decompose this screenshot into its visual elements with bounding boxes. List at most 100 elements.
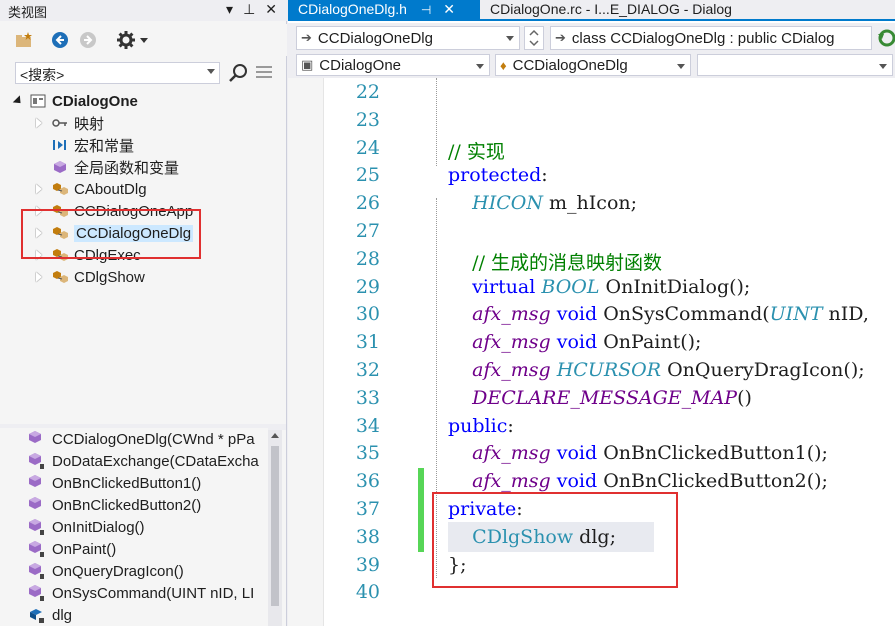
code-line[interactable]: afx_msg void OnPaint(); [448, 331, 701, 353]
code-token: void [556, 303, 598, 326]
code-token: afx_msg [472, 442, 551, 465]
new-folder-button[interactable] [12, 28, 36, 52]
member-item[interactable]: OnQueryDragIcon() [28, 560, 184, 582]
expand-icon[interactable] [34, 272, 44, 282]
code-token: HICON [472, 192, 543, 215]
code-token: virtual [472, 275, 536, 298]
search-dropdown-icon[interactable] [207, 69, 215, 74]
forward-button[interactable] [76, 28, 100, 52]
code-line[interactable]: protected: [448, 164, 548, 186]
tree-item-label: CDialogOne [52, 92, 138, 110]
member-item[interactable]: DoDataExchange(CDataExcha [28, 450, 259, 472]
project-combo[interactable]: ▣ CDialogOne [296, 54, 490, 76]
close-tab-icon[interactable]: ✕ [443, 1, 455, 17]
class-combo[interactable]: ♦ CCDialogOneDlg [495, 54, 691, 76]
member-label: dlg [52, 606, 73, 624]
sync-button[interactable] [876, 28, 895, 48]
tab-resource-file[interactable]: CDialogOne.rc - I...E_DIALOG - Dialog [480, 0, 742, 21]
code-line[interactable]: // 生成的消息映射函数 [448, 248, 662, 275]
chevron-down-icon [879, 64, 887, 69]
scope-combo[interactable]: ➔ CCDialogOneDlg [296, 26, 520, 50]
code-line[interactable]: afx_msg void OnBnClickedButton2(); [448, 470, 828, 492]
code-line[interactable]: // 实现 [448, 137, 505, 164]
member-item[interactable]: CCDialogOneDlg(CWnd * pPa [28, 428, 255, 450]
code-line[interactable]: private: [448, 498, 523, 520]
tree-item-cdlgshow[interactable]: CDlgShow [34, 266, 145, 288]
fold-guide [436, 78, 437, 166]
pin-tab-icon[interactable]: ⊣ [421, 3, 431, 17]
member-item[interactable]: OnPaint() [28, 538, 116, 560]
tree-item-cdialogone[interactable]: CDialogOne [12, 90, 138, 112]
code-token: OnBnClickedButton1(); [597, 442, 828, 465]
line-number: 29 [355, 275, 380, 298]
code-line[interactable]: CDlgShow dlg; [448, 526, 616, 548]
code-line[interactable]: afx_msg void OnBnClickedButton1(); [448, 442, 828, 464]
navigation-bar-2: ▣ CDialogOne ♦ CCDialogOneDlg [288, 53, 895, 78]
class-view-toolbar [0, 24, 287, 56]
close-panel-button[interactable]: ✕ [265, 1, 277, 18]
code-line[interactable]: DECLARE_MESSAGE_MAP() [448, 387, 752, 409]
code-token: () [737, 386, 752, 409]
field-private-icon [28, 607, 44, 623]
arrow-right-icon: ➔ [301, 30, 312, 45]
collapse-icon[interactable] [12, 96, 22, 106]
code-token: OnPaint(); [597, 331, 702, 354]
code-line[interactable]: virtual BOOL OnInitDialog(); [448, 276, 750, 298]
panel-dropdown-button[interactable]: ▾ [226, 1, 233, 18]
tree-item-caboutdlg[interactable]: CAboutDlg [34, 178, 147, 200]
code-line[interactable]: public: [448, 415, 514, 437]
macro-icon [52, 137, 68, 153]
expand-icon[interactable] [34, 184, 44, 194]
code-line[interactable]: afx_msg HCURSOR OnQueryDragIcon(); [448, 359, 865, 381]
search-input[interactable]: <搜索> [15, 62, 220, 84]
tree-item-全局函数和变量[interactable]: 全局函数和变量 [34, 156, 179, 178]
code-line[interactable]: HICON m_hIcon; [448, 192, 637, 214]
tree-item-宏和常量[interactable]: 宏和常量 [34, 134, 134, 156]
settings-button[interactable] [112, 28, 152, 52]
editor-gutter [288, 78, 324, 626]
tab-header-file[interactable]: CDialogOneDlg.h ⊣ ✕ [288, 0, 480, 21]
expand-icon[interactable] [34, 206, 44, 216]
function-combo[interactable] [697, 54, 893, 76]
scrollbar-thumb[interactable] [271, 446, 279, 606]
member-list-scrollbar[interactable] [268, 430, 282, 626]
member-label: OnSysCommand(UINT nID, LI [52, 584, 255, 602]
member-item[interactable]: OnBnClickedButton1() [28, 472, 201, 494]
code-token: OnQueryDragIcon(); [661, 359, 865, 381]
tree-item-ccdialogoneapp[interactable]: CCDialogOneApp [34, 200, 193, 222]
code-token: private [448, 498, 517, 520]
member-item[interactable]: dlg [28, 604, 72, 626]
member-label: OnBnClickedButton2() [52, 496, 202, 514]
project-icon: ▣ [301, 57, 314, 72]
member-combo[interactable]: ➔ class CCDialogOneDlg : public CDialog [550, 26, 872, 50]
code-editor[interactable]: 22 23 24 // 实现 25 protected: 26 HICON m_hIcon;… [288, 78, 895, 626]
chevron-down-icon [506, 36, 514, 41]
scroll-up-icon[interactable] [271, 433, 279, 438]
tree-item-label: 映射 [74, 115, 105, 133]
member-list-button[interactable] [255, 64, 273, 82]
code-line[interactable]: }; [448, 554, 467, 576]
class-view-panel: 类视图 ▾ ⊥ ✕ <搜索> CDialogOne 映射 宏和常量 全局函数和变… [0, 0, 287, 626]
spin-button[interactable] [524, 26, 544, 50]
member-item[interactable]: OnSysCommand(UINT nID, LI [28, 582, 254, 604]
expand-icon[interactable] [34, 250, 44, 260]
pin-button[interactable]: ⊥ [243, 1, 255, 18]
member-item[interactable]: OnInitDialog() [28, 516, 145, 538]
sync-icon [878, 29, 895, 47]
tree-item-ccdialogonedlg[interactable]: CCDialogOneDlg [34, 222, 194, 244]
code-token: m_hIcon; [543, 192, 638, 215]
tree-item-cdlgexec[interactable]: CDlgExec [34, 244, 141, 266]
line-number: 33 [355, 386, 380, 409]
back-button[interactable] [48, 28, 72, 52]
expand-icon[interactable] [34, 118, 44, 128]
tree-item-映射[interactable]: 映射 [34, 112, 104, 134]
search-button[interactable] [228, 62, 250, 84]
code-token: CDlgShow [472, 525, 574, 548]
expand-icon[interactable] [34, 228, 44, 238]
code-token: OnBnClickedButton2(); [597, 470, 828, 493]
member-item[interactable]: OnBnClickedButton2() [28, 494, 201, 516]
code-line[interactable]: afx_msg void OnSysCommand(UINT nID, [448, 303, 869, 325]
